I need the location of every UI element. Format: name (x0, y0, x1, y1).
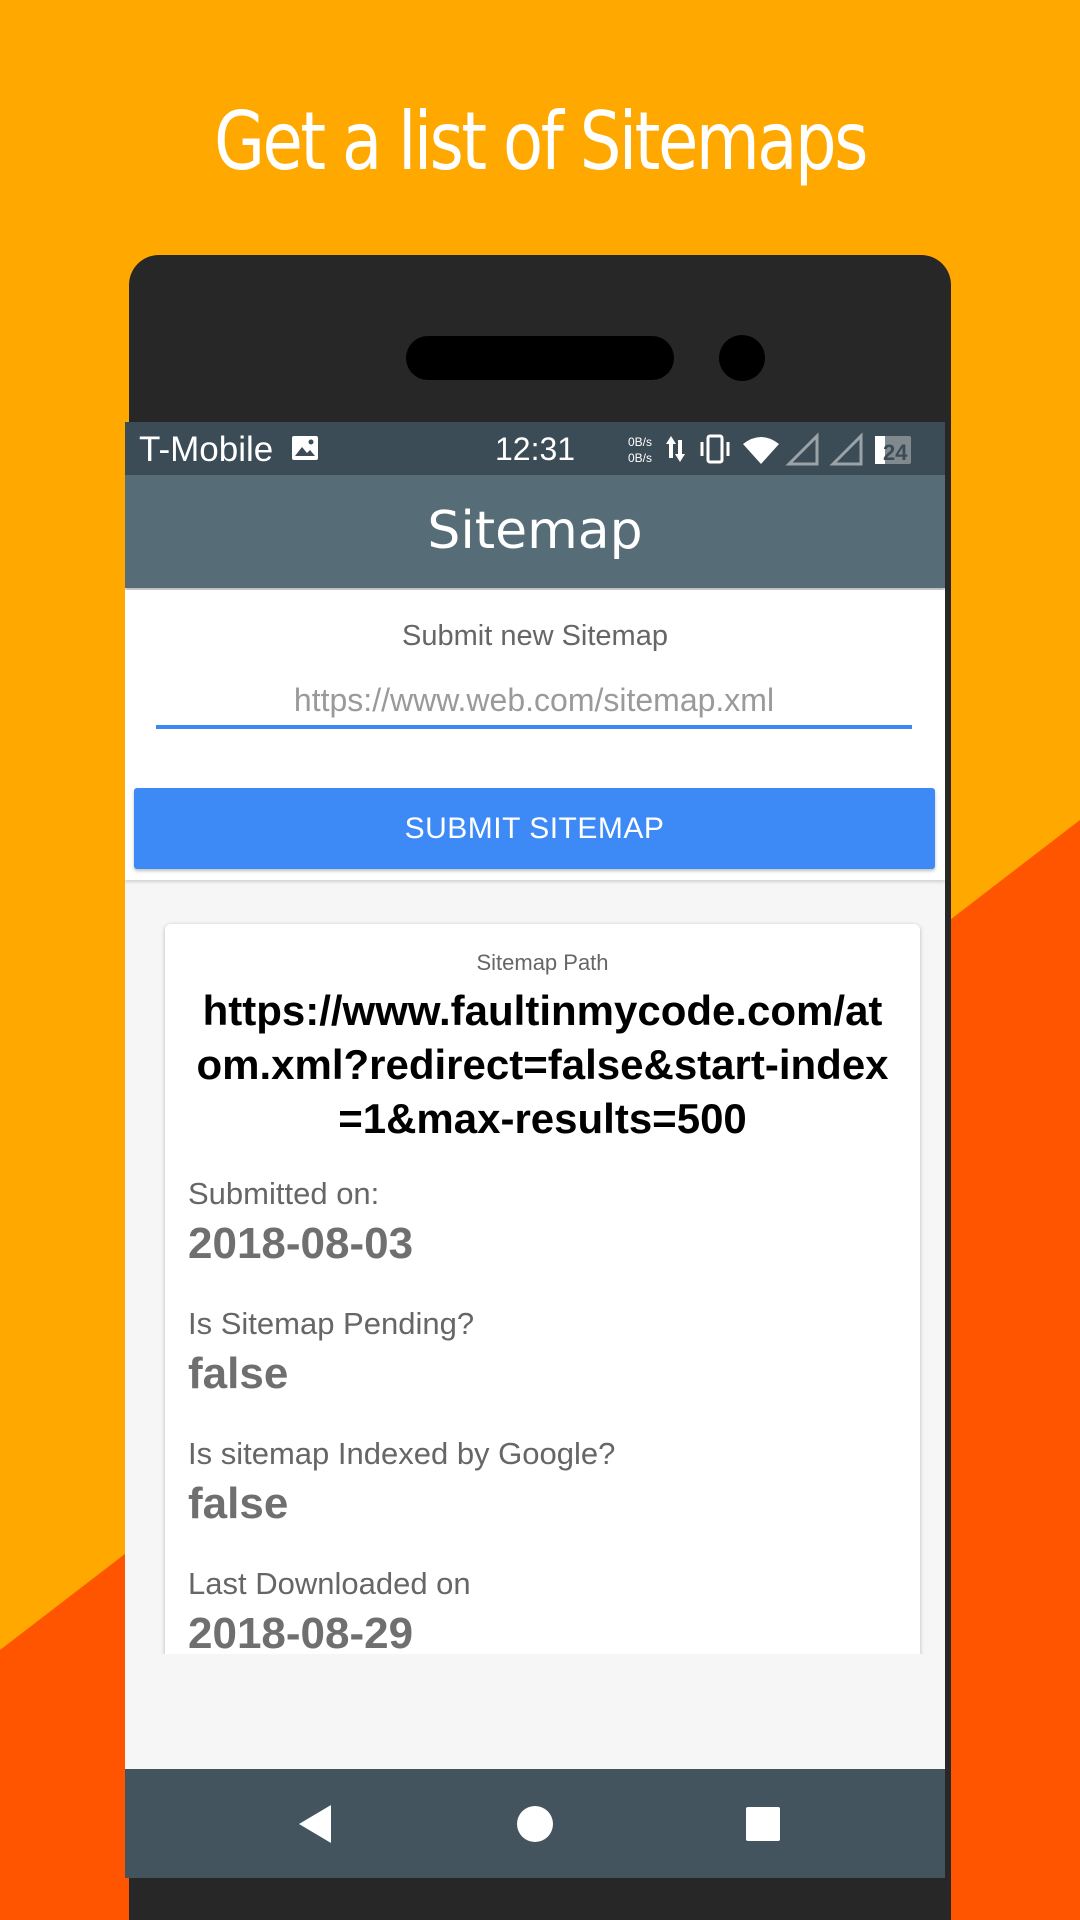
signal-icon-2 (829, 432, 863, 466)
sitemap-result-card[interactable]: Sitemap Path https://www.faultinmycode.c… (165, 924, 920, 1704)
screen-empty-area (125, 1654, 945, 1772)
image-notification-icon (292, 436, 318, 460)
last-downloaded-value: 2018-08-29 (188, 1609, 414, 1658)
app-title: Sitemap (427, 501, 643, 561)
signal-icon-1 (785, 432, 819, 466)
vibrate-icon (700, 434, 730, 464)
data-transfer-icon (666, 436, 685, 462)
indexed-value: false (188, 1479, 289, 1528)
pending-label: Is Sitemap Pending? (188, 1306, 475, 1341)
recents-icon[interactable] (738, 1799, 788, 1849)
phone-camera (719, 335, 765, 381)
sitemap-path: https://www.faultinmycode.com/atom.xml?r… (196, 987, 889, 1142)
back-icon[interactable] (291, 1799, 341, 1849)
status-icons: 24 (666, 432, 911, 466)
sitemap-url-input[interactable] (156, 675, 912, 729)
status-bar: T-Mobile 12:31 0B/s 0B/s 24 (125, 422, 945, 475)
net-up: 0B/s (628, 435, 653, 449)
submit-sitemap-card: Submit new Sitemap SUBMIT SITEMAP (125, 590, 945, 880)
wifi-icon (743, 437, 779, 464)
sitemap-path-label: Sitemap Path (476, 950, 609, 975)
submit-label: Submit new Sitemap (402, 620, 668, 652)
carrier-label: T-Mobile (139, 430, 274, 469)
home-icon[interactable] (510, 1799, 560, 1849)
promo-title: Get a list of Sitemaps (214, 95, 868, 188)
last-downloaded-label: Last Downloaded on (188, 1566, 471, 1601)
pending-value: false (188, 1349, 289, 1398)
phone-speaker (406, 336, 674, 380)
app-bar: Sitemap (125, 475, 945, 588)
submitted-on-value: 2018-08-03 (188, 1219, 414, 1268)
status-time: 12:31 (495, 431, 576, 467)
net-down: 0B/s (628, 451, 653, 465)
nav-bar (125, 1769, 945, 1878)
battery-level: 24 (883, 440, 908, 465)
indexed-label: Is sitemap Indexed by Google? (188, 1436, 616, 1471)
network-speed: 0B/s 0B/s (628, 434, 652, 466)
submitted-on-label: Submitted on: (188, 1176, 380, 1211)
submit-sitemap-button[interactable]: SUBMIT SITEMAP (134, 788, 935, 869)
phone-screen: T-Mobile 12:31 0B/s 0B/s 24 Sitemap Subm… (125, 422, 945, 1878)
